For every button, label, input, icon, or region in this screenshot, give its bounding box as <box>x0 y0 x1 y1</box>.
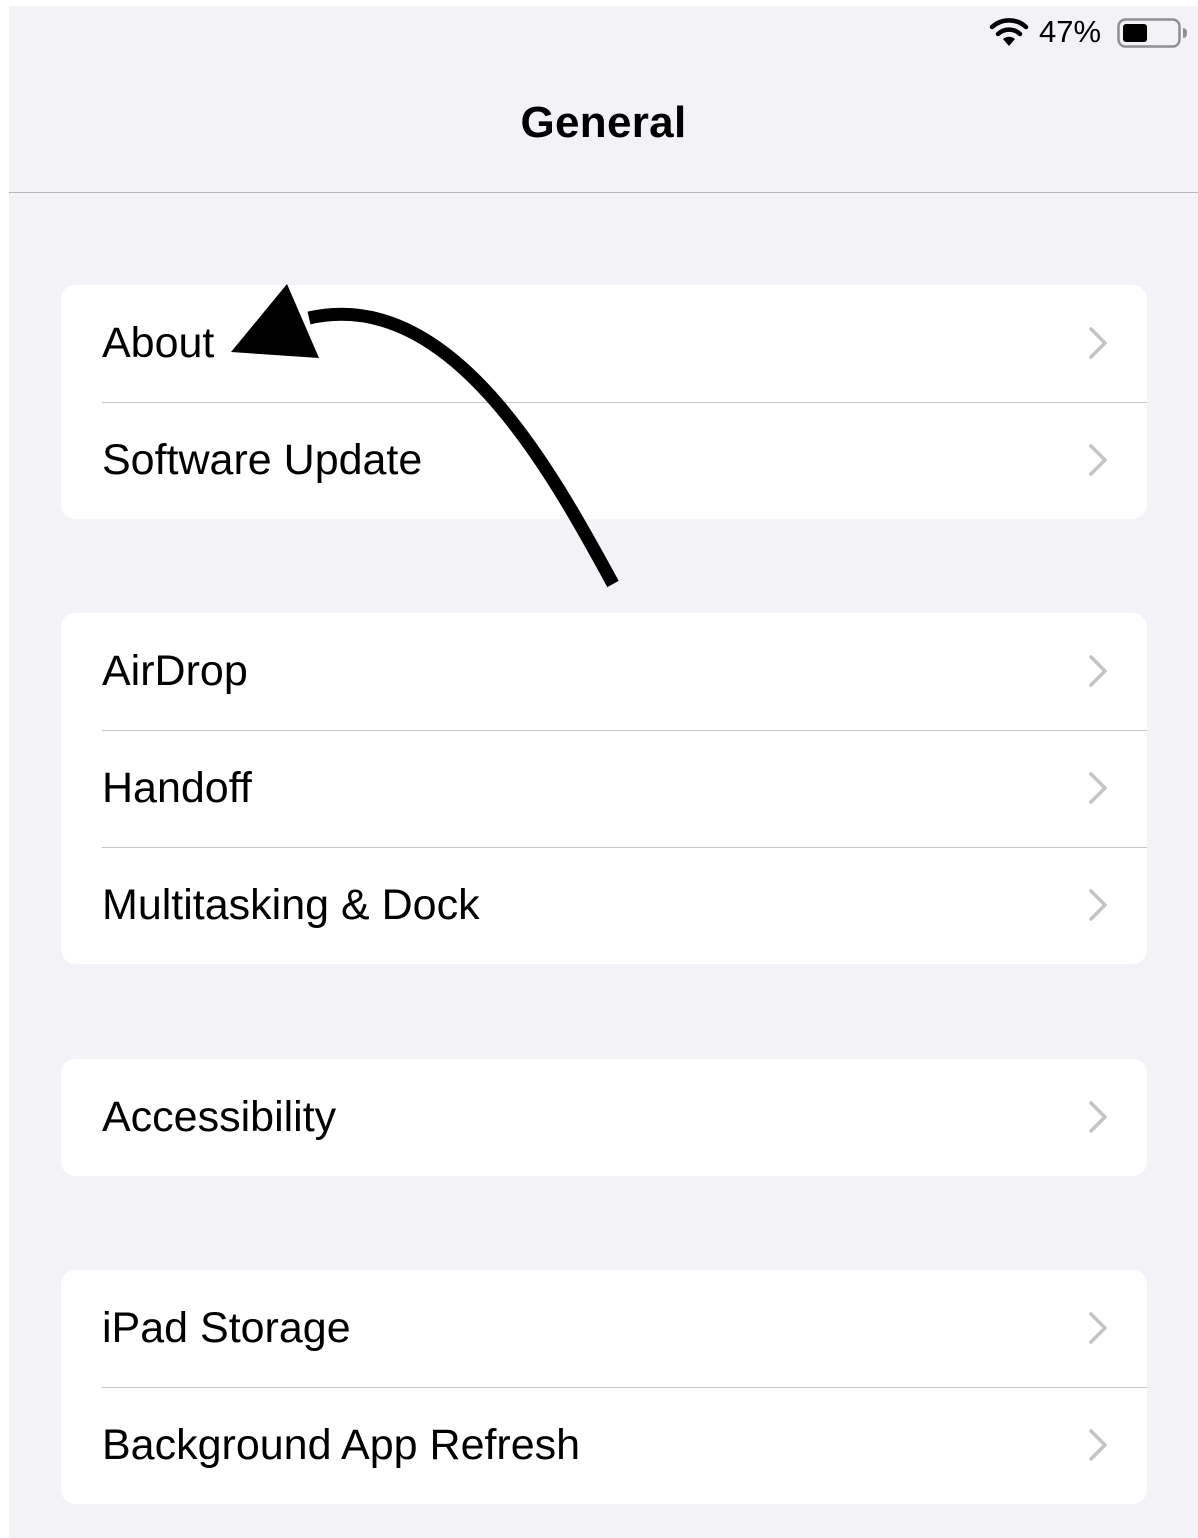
row-label: AirDrop <box>102 647 248 695</box>
battery-icon <box>1117 18 1187 48</box>
chevron-right-icon <box>1089 444 1107 476</box>
navigation-bar: General <box>9 58 1198 193</box>
row-label: Software Update <box>102 436 423 484</box>
row-label: Background App Refresh <box>102 1421 581 1469</box>
settings-screen: 47% General About Software Update AirDro… <box>9 6 1198 1538</box>
row-label: Handoff <box>102 764 252 812</box>
row-label: Multitasking & Dock <box>102 881 480 929</box>
chevron-right-icon <box>1089 1312 1107 1344</box>
settings-group-4: iPad Storage Background App Refresh <box>61 1270 1147 1504</box>
settings-row-ipad-storage[interactable]: iPad Storage <box>61 1270 1147 1387</box>
chevron-right-icon <box>1089 327 1107 359</box>
settings-row-software-update[interactable]: Software Update <box>61 402 1147 519</box>
battery-percentage: 47% <box>1039 14 1102 49</box>
chevron-right-icon <box>1089 655 1107 687</box>
row-label: About <box>102 319 215 367</box>
settings-group-3: Accessibility <box>61 1059 1147 1176</box>
chevron-right-icon <box>1089 889 1107 921</box>
row-label: iPad Storage <box>102 1304 351 1352</box>
page-title: General <box>520 98 687 147</box>
settings-row-handoff[interactable]: Handoff <box>61 730 1147 847</box>
settings-row-airdrop[interactable]: AirDrop <box>61 613 1147 730</box>
row-label: Accessibility <box>102 1093 337 1141</box>
chevron-right-icon <box>1089 1101 1107 1133</box>
settings-row-multitasking-dock[interactable]: Multitasking & Dock <box>61 847 1147 964</box>
wifi-icon <box>989 18 1029 46</box>
settings-row-background-app-refresh[interactable]: Background App Refresh <box>61 1387 1147 1504</box>
settings-group-1: About Software Update <box>61 285 1147 519</box>
settings-row-about[interactable]: About <box>61 285 1147 402</box>
settings-row-accessibility[interactable]: Accessibility <box>61 1059 1147 1176</box>
chevron-right-icon <box>1089 772 1107 804</box>
status-bar: 47% <box>9 6 1198 58</box>
chevron-right-icon <box>1089 1429 1107 1461</box>
settings-group-2: AirDrop Handoff Multitasking & Dock <box>61 613 1147 964</box>
